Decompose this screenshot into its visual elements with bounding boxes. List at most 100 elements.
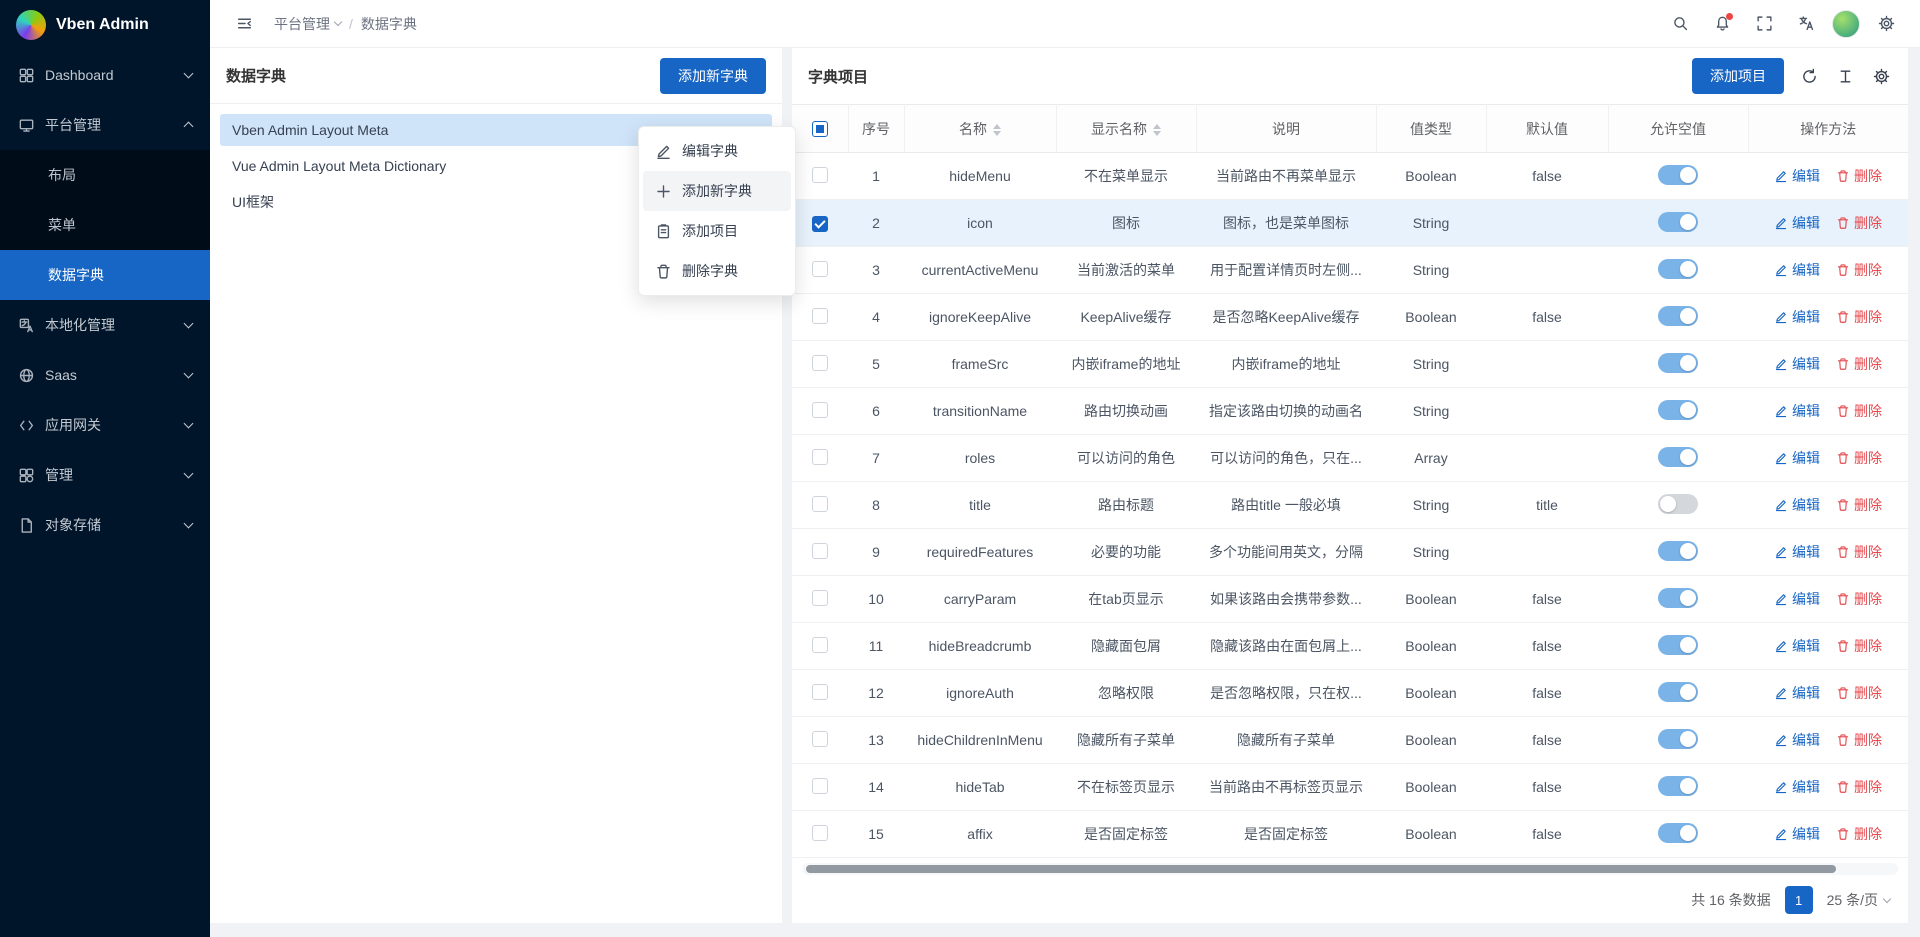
context-menu-item[interactable]: 删除字典 — [643, 251, 791, 291]
delete-button[interactable]: 删除 — [1836, 495, 1882, 515]
sidebar-subitem-menu[interactable]: 菜单 — [0, 200, 210, 250]
edit-button[interactable]: 编辑 — [1774, 307, 1820, 327]
nullable-toggle[interactable] — [1658, 447, 1698, 467]
sidebar-item-storage[interactable]: 对象存储 — [0, 500, 210, 550]
edit-pencil-icon — [1774, 451, 1788, 465]
edit-button[interactable]: 编辑 — [1774, 636, 1820, 656]
row-height-icon[interactable] — [1834, 65, 1856, 87]
notification-icon[interactable] — [1706, 8, 1738, 40]
sort-icon[interactable] — [993, 124, 1001, 136]
row-checkbox[interactable] — [812, 731, 828, 747]
context-menu-item[interactable]: 添加项目 — [643, 211, 791, 251]
app-logo[interactable]: Vben Admin — [0, 0, 210, 50]
sort-icon[interactable] — [1153, 124, 1161, 136]
row-checkbox[interactable] — [812, 308, 828, 324]
nullable-toggle[interactable] — [1658, 823, 1698, 843]
nullable-toggle[interactable] — [1658, 212, 1698, 232]
edit-button[interactable]: 编辑 — [1774, 683, 1820, 703]
delete-button[interactable]: 删除 — [1836, 542, 1882, 562]
row-checkbox[interactable] — [812, 216, 828, 232]
delete-button[interactable]: 删除 — [1836, 166, 1882, 186]
nullable-toggle[interactable] — [1658, 729, 1698, 749]
scrollbar-thumb[interactable] — [806, 865, 1836, 873]
delete-button[interactable]: 删除 — [1836, 777, 1882, 797]
delete-button[interactable]: 删除 — [1836, 401, 1882, 421]
row-checkbox[interactable] — [812, 355, 828, 371]
row-checkbox[interactable] — [812, 449, 828, 465]
edit-button[interactable]: 编辑 — [1774, 166, 1820, 186]
nullable-toggle[interactable] — [1658, 682, 1698, 702]
row-checkbox[interactable] — [812, 543, 828, 559]
edit-button[interactable]: 编辑 — [1774, 401, 1820, 421]
page-1-button[interactable]: 1 — [1785, 886, 1813, 914]
edit-button[interactable]: 编辑 — [1774, 260, 1820, 280]
delete-button[interactable]: 删除 — [1836, 307, 1882, 327]
row-checkbox[interactable] — [812, 167, 828, 183]
horizontal-scrollbar[interactable] — [802, 863, 1898, 875]
delete-button[interactable]: 删除 — [1836, 354, 1882, 374]
delete-button[interactable]: 删除 — [1836, 683, 1882, 703]
edit-button[interactable]: 编辑 — [1774, 542, 1820, 562]
page-size-select[interactable]: 25 条/页 — [1827, 890, 1890, 910]
search-icon[interactable] — [1664, 8, 1696, 40]
delete-button[interactable]: 删除 — [1836, 636, 1882, 656]
nullable-toggle[interactable] — [1658, 776, 1698, 796]
nullable-toggle[interactable] — [1658, 259, 1698, 279]
refresh-icon[interactable] — [1798, 65, 1820, 87]
nullable-toggle[interactable] — [1658, 635, 1698, 655]
collapse-sidebar-icon[interactable] — [228, 8, 260, 40]
sidebar-item-saas[interactable]: Saas — [0, 350, 210, 400]
row-checkbox[interactable] — [812, 402, 828, 418]
sidebar-subitem-layout[interactable]: 布局 — [0, 150, 210, 200]
nullable-toggle[interactable] — [1658, 400, 1698, 420]
edit-button[interactable]: 编辑 — [1774, 354, 1820, 374]
context-menu-item[interactable]: 编辑字典 — [643, 131, 791, 171]
sidebar-item-locale[interactable]: 本地化管理 — [0, 300, 210, 350]
table-settings-gear-icon[interactable] — [1870, 65, 1892, 87]
row-checkbox[interactable] — [812, 590, 828, 606]
nullable-toggle[interactable] — [1658, 353, 1698, 373]
add-dictionary-button[interactable]: 添加新字典 — [660, 58, 766, 94]
sidebar-subitem-dict[interactable]: 数据字典 — [0, 250, 210, 300]
delete-button[interactable]: 删除 — [1836, 730, 1882, 750]
delete-button[interactable]: 删除 — [1836, 589, 1882, 609]
delete-button[interactable]: 删除 — [1836, 824, 1882, 844]
sidebar-item-dashboard[interactable]: Dashboard — [0, 50, 210, 100]
breadcrumb-item-dict[interactable]: 数据字典 — [361, 14, 417, 34]
translate-icon[interactable] — [1790, 8, 1822, 40]
edit-button[interactable]: 编辑 — [1774, 824, 1820, 844]
row-checkbox[interactable] — [812, 825, 828, 841]
nullable-toggle[interactable] — [1658, 588, 1698, 608]
breadcrumb-item-platform[interactable]: 平台管理 — [274, 14, 341, 34]
edit-button[interactable]: 编辑 — [1774, 589, 1820, 609]
nullable-toggle[interactable] — [1658, 165, 1698, 185]
nullable-toggle[interactable] — [1658, 306, 1698, 326]
row-checkbox[interactable] — [812, 684, 828, 700]
row-checkbox[interactable] — [812, 637, 828, 653]
user-avatar[interactable] — [1832, 10, 1860, 38]
fullscreen-icon[interactable] — [1748, 8, 1780, 40]
sidebar-item-manage[interactable]: 管理 — [0, 450, 210, 500]
edit-button[interactable]: 编辑 — [1774, 777, 1820, 797]
cell-display-name: 图标 — [1056, 200, 1196, 247]
sidebar-item-gateway[interactable]: 应用网关 — [0, 400, 210, 450]
delete-button[interactable]: 删除 — [1836, 213, 1882, 233]
edit-button[interactable]: 编辑 — [1774, 730, 1820, 750]
row-checkbox[interactable] — [812, 261, 828, 277]
add-item-button[interactable]: 添加项目 — [1692, 58, 1784, 94]
table-row: 12ignoreAuth忽略权限是否忽略权限，只在权...Booleanfals… — [792, 670, 1908, 717]
sidebar-item-platform[interactable]: 平台管理 — [0, 100, 210, 150]
nullable-toggle[interactable] — [1658, 541, 1698, 561]
select-all-checkbox[interactable] — [812, 121, 828, 137]
delete-button[interactable]: 删除 — [1836, 448, 1882, 468]
row-checkbox[interactable] — [812, 778, 828, 794]
settings-gear-icon[interactable] — [1870, 8, 1902, 40]
row-checkbox[interactable] — [812, 496, 828, 512]
delete-button[interactable]: 删除 — [1836, 260, 1882, 280]
edit-button[interactable]: 编辑 — [1774, 213, 1820, 233]
nullable-toggle[interactable] — [1658, 494, 1698, 514]
table-row: 14hideTab不在标签页显示当前路由不再标签页显示Booleanfalse编… — [792, 764, 1908, 811]
edit-button[interactable]: 编辑 — [1774, 495, 1820, 515]
edit-button[interactable]: 编辑 — [1774, 448, 1820, 468]
context-menu-item[interactable]: 添加新字典 — [643, 171, 791, 211]
